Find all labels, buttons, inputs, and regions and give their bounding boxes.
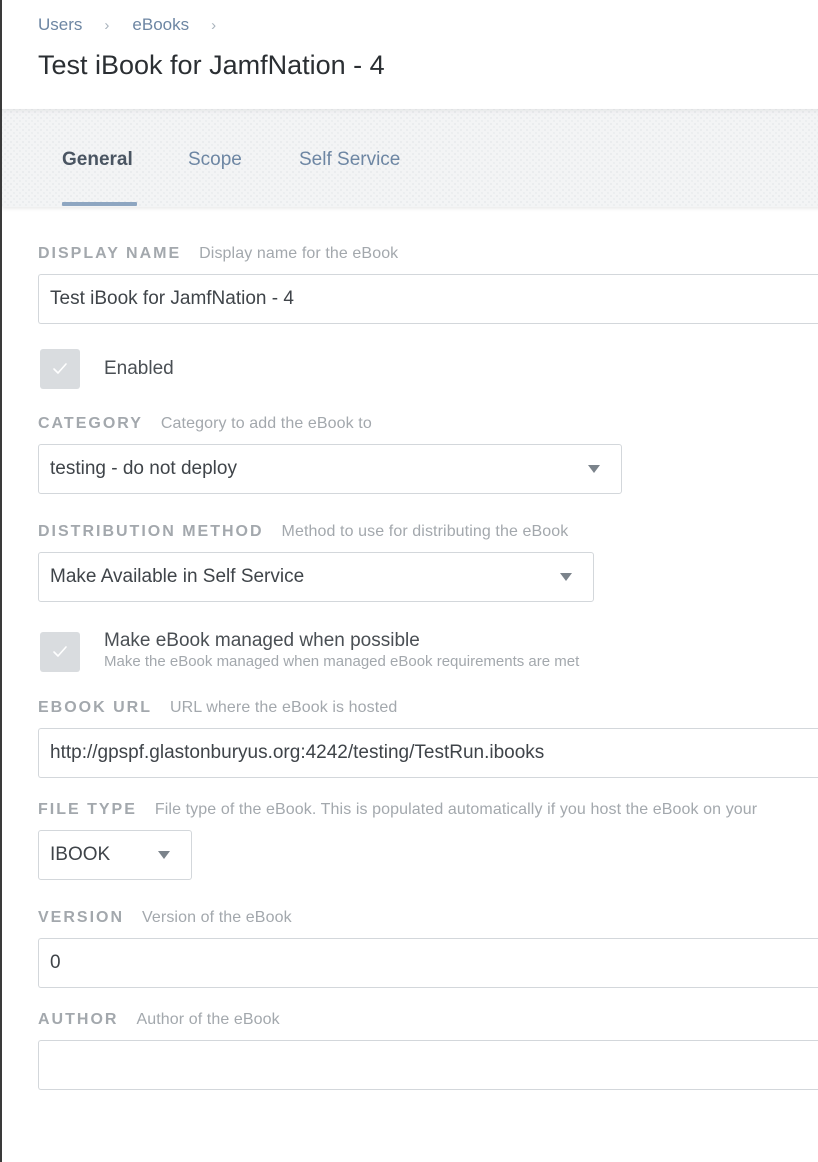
breadcrumb-separator-icon: › [211, 16, 217, 34]
category-value: testing - do not deploy [50, 458, 237, 479]
version-value: 0 [50, 952, 61, 973]
breadcrumb-ebooks[interactable]: eBooks [132, 15, 189, 35]
author-input[interactable] [38, 1040, 818, 1090]
tab-scope[interactable]: Scope [188, 149, 242, 171]
distribution-method-hint: Method to use for distributing the eBook [281, 523, 569, 540]
category-label: CATEGORY [38, 415, 143, 432]
caret-down-icon [560, 573, 572, 581]
display-name-label-row: DISPLAY NAME Display name for the eBook [38, 245, 398, 263]
distribution-method-label-row: DISTRIBUTION METHOD Method to use for dis… [38, 523, 568, 541]
check-icon [53, 646, 67, 657]
caret-down-icon [158, 851, 170, 859]
author-hint: Author of the eBook [136, 1011, 280, 1028]
breadcrumb-users[interactable]: Users [38, 15, 82, 35]
distribution-method-select[interactable]: Make Available in Self Service [38, 552, 594, 602]
category-hint: Category to add the eBook to [160, 415, 372, 432]
version-hint: Version of the eBook [142, 909, 292, 926]
distribution-method-value: Make Available in Self Service [50, 566, 305, 587]
ebook-url-value: http://gpspf.glastonburyus.org:4242/test… [50, 742, 545, 763]
tab-self-service[interactable]: Self Service [299, 149, 400, 171]
caret-down-icon [588, 465, 600, 473]
ebook-edit-page: Users › eBooks › Test iBook for JamfNati… [0, 0, 818, 1162]
file-type-select[interactable]: IBOOK [38, 830, 192, 880]
ebook-url-input[interactable]: http://gpspf.glastonburyus.org:4242/test… [38, 728, 818, 778]
page-title: Test iBook for JamfNation - 4 [38, 50, 385, 80]
category-label-row: CATEGORY Category to add the eBook to [38, 415, 372, 433]
enabled-label: Enabled [104, 358, 174, 379]
file-type-label-row: FILE TYPE File type of the eBook. This is… [38, 801, 757, 819]
display-name-value: Test iBook for JamfNation - 4 [50, 288, 294, 309]
display-name-input[interactable]: Test iBook for JamfNation - 4 [38, 274, 818, 324]
version-input[interactable]: 0 [38, 938, 818, 988]
author-label-row: AUTHOR Author of the eBook [38, 1011, 280, 1029]
file-type-hint: File type of the eBook. This is populate… [154, 801, 758, 818]
category-select[interactable]: testing - do not deploy [38, 444, 622, 494]
breadcrumb-separator-icon: › [104, 16, 110, 34]
breadcrumb: Users › eBooks › [38, 15, 239, 35]
ebook-url-label: EBOOK URL [38, 699, 152, 716]
display-name-hint: Display name for the eBook [199, 245, 399, 262]
enabled-checkbox[interactable] [40, 349, 80, 389]
tab-bar: General Scope Self Service [2, 109, 818, 207]
managed-sublabel: Make the eBook managed when managed eBoo… [104, 653, 580, 670]
author-label: AUTHOR [38, 1011, 119, 1028]
version-label: VERSION [38, 909, 125, 926]
managed-checkbox[interactable] [40, 632, 80, 672]
file-type-value: IBOOK [50, 844, 111, 865]
version-label-row: VERSION Version of the eBook [38, 909, 292, 927]
distribution-method-label: DISTRIBUTION METHOD [38, 523, 264, 540]
display-name-label: DISPLAY NAME [38, 245, 182, 262]
active-tab-indicator [62, 202, 137, 206]
check-icon [53, 363, 67, 374]
ebook-url-label-row: EBOOK URL URL where the eBook is hosted [38, 699, 397, 717]
file-type-label: FILE TYPE [38, 801, 137, 818]
managed-label: Make eBook managed when possible [104, 630, 420, 651]
ebook-url-hint: URL where the eBook is hosted [170, 699, 398, 716]
tab-general[interactable]: General [62, 149, 133, 171]
